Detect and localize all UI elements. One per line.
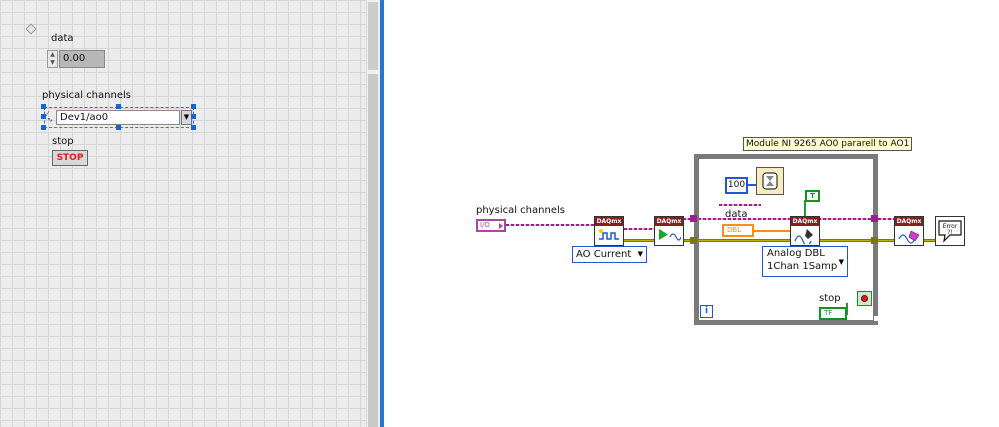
- origin-marker-icon: [25, 23, 37, 35]
- daqmx-write-vi[interactable]: DAQmx: [790, 216, 820, 246]
- true-constant[interactable]: T: [805, 190, 820, 202]
- simple-error-handler-vi[interactable]: Error ?!: [935, 216, 965, 246]
- resize-handle[interactable]: [41, 125, 46, 130]
- while-loop[interactable]: [694, 154, 878, 325]
- stop-condition-icon: [861, 295, 868, 302]
- write-pencil-icon: [794, 229, 813, 244]
- resize-handle[interactable]: [41, 114, 46, 119]
- daqmx-header: DAQmx: [655, 217, 683, 226]
- write-mode-line-2: 1Chan 1Samp: [767, 261, 838, 272]
- loop-condition-terminal[interactable]: [857, 291, 872, 306]
- task-wire: [624, 228, 656, 230]
- stop-terminal[interactable]: TF: [819, 307, 847, 320]
- stop-terminal-label: stop: [819, 293, 841, 304]
- error-dialog-icon: Error ?!: [938, 220, 962, 243]
- write-mode-enum[interactable]: Analog DBL 1Chan 1Samp ▼: [762, 246, 848, 277]
- physical-channels-terminal-label: physical channels: [476, 205, 565, 216]
- resize-handle[interactable]: [191, 125, 196, 130]
- daqmx-header: DAQmx: [595, 217, 623, 226]
- resize-handle[interactable]: [116, 104, 121, 109]
- data-label: data: [51, 33, 74, 44]
- scrollbar-thumb[interactable]: [368, 74, 378, 427]
- data-numeric-indicator[interactable]: ▲ ▼ 0.00: [47, 50, 105, 68]
- error-tunnel: [690, 237, 697, 244]
- ao-current-enum[interactable]: AO Current ▼: [572, 246, 647, 263]
- task-wire: [506, 224, 596, 226]
- data-terminal[interactable]: DBL: [722, 224, 754, 237]
- resize-handle[interactable]: [116, 125, 121, 130]
- start-task-icon: [659, 229, 681, 241]
- physical-channels-terminal[interactable]: I/O: [476, 219, 506, 232]
- wait-ms-constant[interactable]: 100: [725, 177, 748, 194]
- task-tunnel: [871, 215, 878, 222]
- ao-current-text: AO Current: [576, 249, 632, 260]
- data-value: 0.00: [59, 50, 105, 68]
- daqmx-start-task-vi[interactable]: DAQmx: [654, 216, 684, 246]
- enum-dropdown-icon[interactable]: ▼: [839, 256, 844, 269]
- loop-comment: Module NI 9265 AO0 pararell to AO1: [743, 137, 913, 151]
- front-panel: data ▲ ▼ 0.00 physical channels ⁄ ∿ Dev1/a…: [0, 0, 366, 427]
- stop-button[interactable]: STOP: [52, 150, 88, 166]
- increment-decrement-icon[interactable]: ▲ ▼: [47, 50, 58, 68]
- block-diagram: physical channels I/O DAQmx AO Current ▼…: [384, 0, 999, 427]
- daqmx-header: DAQmx: [895, 217, 923, 226]
- error-tunnel: [871, 237, 878, 244]
- wait-ms-vi[interactable]: [756, 167, 784, 195]
- physical-channels-label: physical channels: [42, 90, 131, 101]
- daqmx-clear-task-vi[interactable]: DAQmx: [894, 216, 924, 246]
- resize-handle[interactable]: [191, 104, 196, 109]
- svg-text:?!: ?!: [947, 229, 953, 236]
- resize-handle[interactable]: [191, 114, 196, 119]
- scrollbar-top-segment[interactable]: [368, 2, 378, 70]
- iteration-terminal: i: [700, 305, 713, 318]
- daqmx-create-channel-vi[interactable]: DAQmx: [594, 216, 624, 246]
- loop-corner: [874, 316, 880, 321]
- wait-clock-icon: [762, 172, 778, 190]
- write-mode-line-1: Analog DBL: [767, 248, 825, 259]
- clear-task-icon: [898, 230, 920, 244]
- enum-dropdown-icon[interactable]: ▼: [638, 247, 643, 262]
- task-tunnel: [690, 215, 697, 222]
- physical-channels-value[interactable]: Dev1/ao0: [56, 110, 180, 125]
- create-channel-icon: [599, 229, 619, 240]
- data-terminal-label: data: [725, 209, 748, 220]
- daqmx-header: DAQmx: [791, 217, 819, 226]
- stop-label: stop: [52, 136, 74, 147]
- io-channel-icon: ⁄ ∿: [47, 110, 53, 124]
- resize-handle[interactable]: [41, 104, 46, 109]
